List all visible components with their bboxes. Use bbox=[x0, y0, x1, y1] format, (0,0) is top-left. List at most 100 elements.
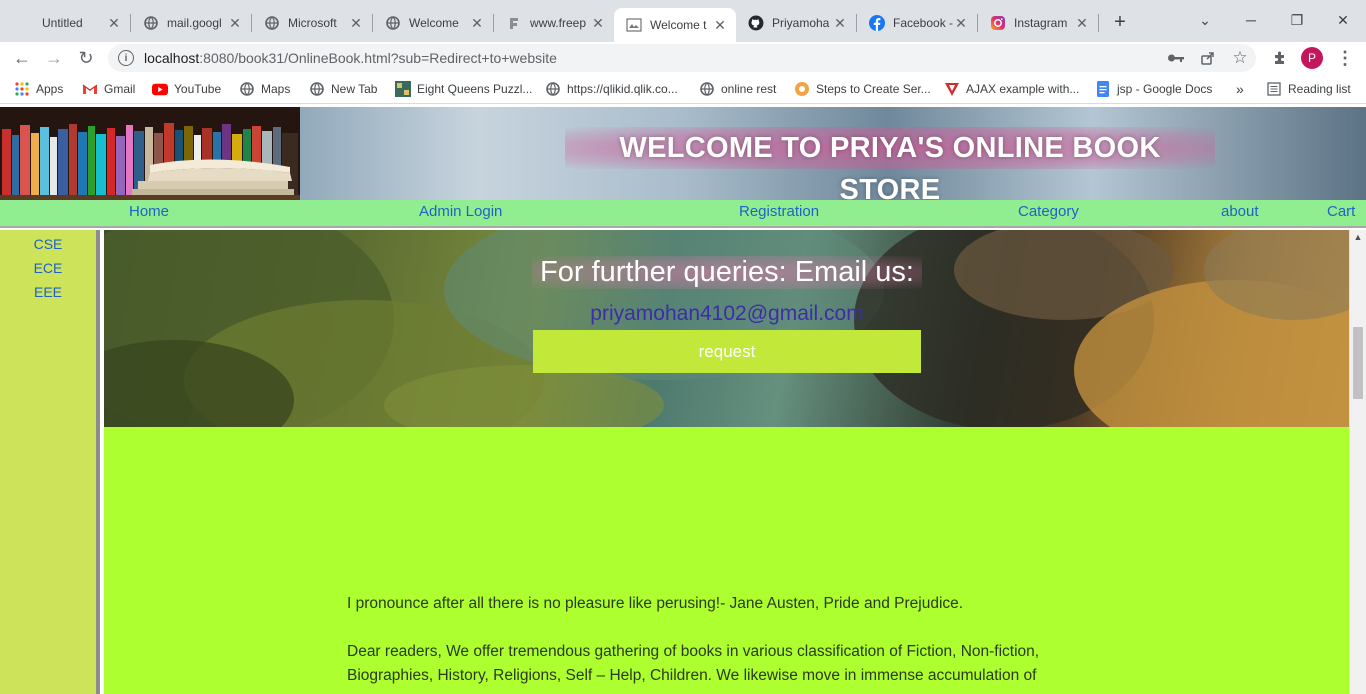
bookmark-steps[interactable]: Steps to Create Ser... bbox=[794, 80, 931, 98]
tab-freepik[interactable]: www.freep ✕ bbox=[494, 8, 614, 38]
github-icon bbox=[748, 15, 764, 31]
scroll-thumb[interactable] bbox=[1353, 327, 1363, 399]
bookmark-label: https://qlikid.qlik.co... bbox=[567, 82, 678, 96]
address-bar[interactable]: i localhost:8080/book31/OnlineBook.html?… bbox=[108, 44, 1256, 72]
steps-icon bbox=[794, 81, 810, 97]
nav-admin-login[interactable]: Admin Login bbox=[419, 203, 502, 220]
tab-title: Untitled bbox=[42, 16, 83, 30]
extensions-icon[interactable] bbox=[1270, 48, 1290, 68]
nav-registration[interactable]: Registration bbox=[739, 203, 819, 220]
bookmark-gmail[interactable]: Gmail bbox=[82, 80, 135, 98]
bookmarks-bar: Apps Gmail YouTube Maps New Tab Eight Qu… bbox=[0, 74, 1366, 104]
tab-untitled[interactable]: Untitled ✕ bbox=[30, 8, 130, 38]
gmail-icon bbox=[82, 81, 98, 97]
books-shelf-image bbox=[0, 107, 300, 200]
sidebar-item-eee[interactable]: EEE bbox=[0, 284, 96, 300]
url-host: localhost bbox=[144, 50, 200, 66]
hero-banner: For further queries: Email us: priyamoha… bbox=[104, 230, 1349, 427]
sidebar-item-ece[interactable]: ECE bbox=[0, 260, 96, 276]
tab-mail[interactable]: mail.googl ✕ bbox=[131, 8, 251, 38]
close-icon[interactable]: ✕ bbox=[590, 15, 606, 32]
close-icon[interactable]: ✕ bbox=[953, 15, 969, 32]
reading-list-label: Reading list bbox=[1288, 82, 1351, 96]
bookmark-label: jsp - Google Docs bbox=[1117, 82, 1213, 96]
url-path: :8080/book31/OnlineBook.html?sub=Redirec… bbox=[199, 50, 557, 66]
reload-icon[interactable]: ↻ bbox=[74, 46, 98, 70]
tab-microsoft[interactable]: Microsoft ✕ bbox=[252, 8, 372, 38]
close-icon[interactable]: ✕ bbox=[348, 15, 364, 32]
bookmarks-more-button[interactable]: » bbox=[1236, 80, 1244, 98]
close-icon[interactable]: ✕ bbox=[712, 17, 728, 34]
tab-title: Priyamoha bbox=[772, 16, 830, 30]
bookmark-eight-queens[interactable]: Eight Queens Puzzl... bbox=[395, 80, 532, 98]
bookmark-maps[interactable]: Maps bbox=[239, 80, 290, 98]
tab-facebook[interactable]: Facebook - ✕ bbox=[857, 8, 977, 38]
key-icon[interactable] bbox=[1166, 48, 1186, 68]
globe-icon bbox=[143, 15, 159, 31]
restore-icon[interactable]: ❐ bbox=[1282, 8, 1312, 32]
tab-github[interactable]: Priyamoha ✕ bbox=[736, 8, 856, 38]
close-icon[interactable]: ✕ bbox=[227, 15, 243, 32]
bookmark-label: Gmail bbox=[104, 82, 136, 96]
content-scrollbar[interactable]: ▲ bbox=[1349, 230, 1366, 694]
globe-icon bbox=[264, 15, 280, 31]
nav-cart[interactable]: Cart bbox=[1327, 203, 1355, 220]
tab-separator bbox=[1098, 14, 1099, 32]
bookmark-label: New Tab bbox=[331, 82, 378, 96]
bookmark-ajax[interactable]: AJAX example with... bbox=[944, 80, 1079, 98]
scroll-up-icon[interactable]: ▲ bbox=[1350, 230, 1366, 244]
share-icon[interactable] bbox=[1198, 48, 1218, 68]
tab-title: Instagram bbox=[1014, 16, 1068, 30]
close-window-icon[interactable]: ✕ bbox=[1328, 8, 1358, 32]
nav-about[interactable]: about bbox=[1221, 203, 1259, 220]
ajax-icon bbox=[944, 81, 960, 97]
menu-dots-icon[interactable]: ⋮ bbox=[1335, 48, 1355, 68]
new-tab-button[interactable]: + bbox=[1108, 10, 1132, 34]
bookmark-qlik[interactable]: https://qlikid.qlik.co... bbox=[545, 80, 678, 98]
tab-title: Microsoft bbox=[288, 16, 337, 30]
site-info-icon[interactable]: i bbox=[118, 50, 134, 66]
close-icon[interactable]: ✕ bbox=[106, 15, 122, 32]
sidebar-item-cse[interactable]: CSE bbox=[0, 236, 96, 252]
apps-icon bbox=[14, 81, 30, 97]
star-bookmark-icon[interactable]: ☆ bbox=[1230, 48, 1250, 68]
globe-icon bbox=[699, 81, 715, 97]
minimize-icon[interactable]: ─ bbox=[1236, 8, 1266, 32]
bookmark-label: Eight Queens Puzzl... bbox=[417, 82, 533, 96]
facebook-icon bbox=[869, 15, 885, 31]
tab-welcome[interactable]: Welcome ✕ bbox=[373, 8, 493, 38]
tab-instagram[interactable]: Instagram ✕ bbox=[978, 8, 1098, 38]
contact-heading: For further queries: Email us: bbox=[532, 256, 922, 289]
tab-title: Facebook - bbox=[893, 16, 953, 30]
intro-paragraph: Dear readers, We offer tremendous gather… bbox=[347, 643, 1040, 684]
close-icon[interactable]: ✕ bbox=[1074, 15, 1090, 32]
forward-arrow-icon[interactable]: → bbox=[42, 46, 66, 70]
bookmark-label: Steps to Create Ser... bbox=[816, 82, 931, 96]
tab-search-icon[interactable]: ⌄ bbox=[1190, 8, 1220, 32]
web-page: WELCOME TO PRIYA'S ONLINE BOOK STORE Hom… bbox=[0, 107, 1366, 694]
close-icon[interactable]: ✕ bbox=[469, 15, 485, 32]
bookmark-apps[interactable]: Apps bbox=[14, 80, 63, 98]
nav-home[interactable]: Home bbox=[129, 203, 169, 220]
bookmark-new-tab[interactable]: New Tab bbox=[309, 80, 377, 98]
bookmark-jsp-docs[interactable]: jsp - Google Docs bbox=[1095, 80, 1212, 98]
close-icon[interactable]: ✕ bbox=[832, 15, 848, 32]
globe-icon bbox=[545, 81, 561, 97]
tab-welcome-active[interactable]: Welcome t ✕ bbox=[614, 8, 736, 42]
request-button[interactable]: request bbox=[533, 330, 921, 373]
about-content: I pronounce after all there is no pleasu… bbox=[104, 427, 1349, 694]
reading-list-button[interactable]: Reading list bbox=[1266, 80, 1351, 98]
page-icon bbox=[626, 17, 642, 33]
contact-email[interactable]: priyamohan4102@gmail.com bbox=[532, 302, 922, 326]
bookmark-online-rest[interactable]: online rest bbox=[699, 80, 776, 98]
nav-category[interactable]: Category bbox=[1018, 203, 1079, 220]
globe-icon bbox=[309, 81, 325, 97]
bookmark-youtube[interactable]: YouTube bbox=[152, 80, 221, 98]
profile-avatar[interactable]: P bbox=[1301, 47, 1323, 69]
youtube-icon bbox=[152, 81, 168, 97]
tab-title: mail.googl bbox=[167, 16, 222, 30]
bookmark-label: AJAX example with... bbox=[966, 82, 1080, 96]
docs-icon bbox=[1095, 81, 1111, 97]
back-arrow-icon[interactable]: ← bbox=[10, 46, 34, 70]
tab-title: Welcome t bbox=[650, 18, 707, 32]
